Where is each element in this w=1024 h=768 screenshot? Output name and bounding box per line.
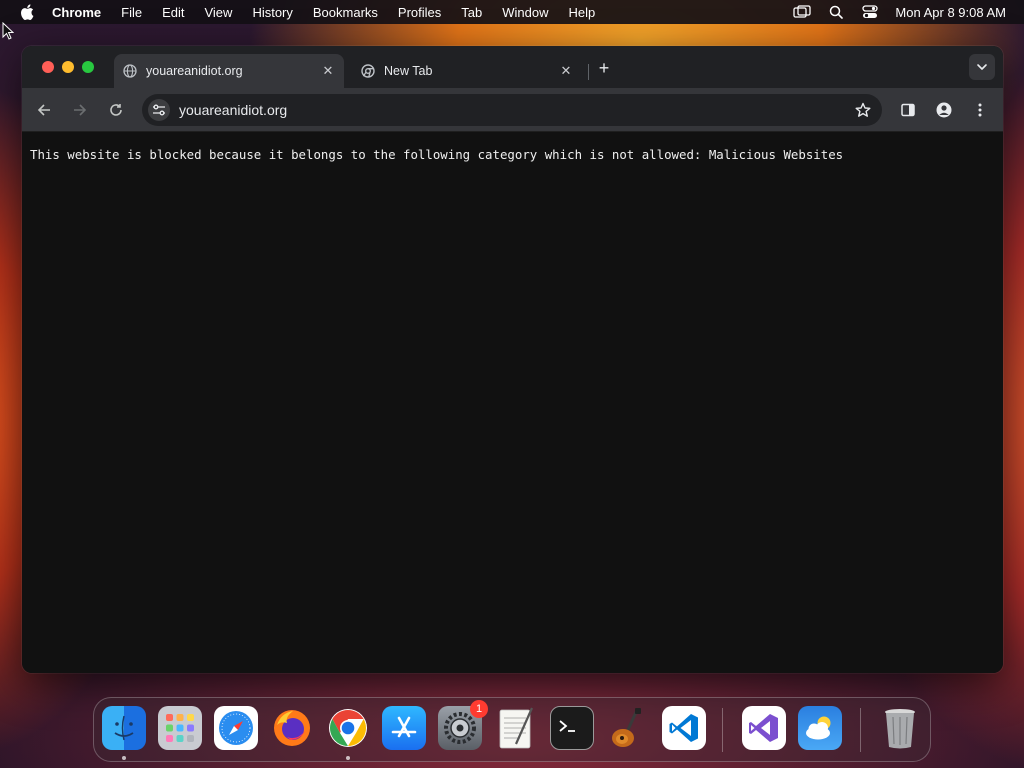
menu-window[interactable]: Window [502,5,548,20]
menu-tab[interactable]: Tab [461,5,482,20]
back-arrow-icon [37,104,50,116]
zoom-window-button[interactable] [82,61,94,73]
side-panel-button[interactable] [897,99,919,121]
chrome-menu-button[interactable] [969,99,991,121]
dock-separator [860,708,861,752]
menu-edit[interactable]: Edit [162,5,184,20]
close-tab-icon[interactable]: ✕ [320,63,336,79]
menu-app-name[interactable]: Chrome [52,5,101,20]
menu-help[interactable]: Help [569,5,596,20]
dock-system-settings-icon[interactable]: 1 [438,700,488,750]
tab-youareanidiot[interactable]: youareanidiot.org ✕ [114,54,344,88]
apple-menu-icon[interactable] [20,4,34,20]
reload-button[interactable] [105,99,127,121]
dock-finder-icon[interactable] [102,706,146,750]
menu-history[interactable]: History [252,5,292,20]
menu-profiles[interactable]: Profiles [398,5,441,20]
chevron-down-icon [977,64,987,70]
menu-bar-clock[interactable]: Mon Apr 8 9:08 AM [895,5,1006,20]
control-center-icon[interactable] [861,5,879,19]
forward-button[interactable] [69,99,91,121]
dock-vscode-icon[interactable] [662,706,706,750]
mouse-pointer-icon [2,22,14,40]
tab-search-button[interactable] [969,54,995,80]
menu-bookmarks[interactable]: Bookmarks [313,5,378,20]
menu-file[interactable]: File [121,5,142,20]
menu-bar: Chrome File Edit View History Bookmarks … [0,0,1024,24]
tab-strip: youareanidiot.org ✕ New Tab ✕ + [22,46,1003,88]
dock-garageband-icon[interactable] [606,706,650,750]
dock-safari-icon[interactable] [214,706,258,750]
chrome-icon [360,63,376,79]
back-button[interactable] [33,99,55,121]
dock-visual-studio-icon[interactable] [742,706,786,750]
tab-separator [588,64,589,80]
url-text[interactable]: youareanidiot.org [179,102,287,118]
dock-trash-icon[interactable] [878,706,922,750]
side-panel-icon [901,103,915,117]
chrome-window: youareanidiot.org ✕ New Tab ✕ + youarean… [22,46,1003,673]
dock-terminal-icon[interactable] [550,706,594,750]
dock-chrome-icon[interactable] [326,706,370,750]
globe-icon [122,63,138,79]
dock-separator [722,708,723,752]
more-vertical-icon [978,103,982,117]
running-indicator [346,756,350,760]
notification-badge: 1 [470,700,488,718]
profile-avatar-icon [936,102,952,118]
profile-button[interactable] [933,99,955,121]
tab-new-tab[interactable]: New Tab ✕ [352,54,582,88]
spotlight-search-icon[interactable] [827,5,845,19]
address-bar[interactable]: youareanidiot.org [142,94,882,126]
new-tab-button[interactable]: + [594,58,614,78]
close-tab-icon[interactable]: ✕ [558,63,574,79]
blocked-message: This website is blocked because it belon… [30,147,844,162]
dock-app-store-icon[interactable] [382,706,426,750]
site-info-button[interactable] [148,99,170,121]
dock-firefox-icon[interactable] [270,706,314,750]
tab-title: New Tab [384,64,433,78]
screen-mirroring-icon[interactable] [793,5,812,19]
tab-title: youareanidiot.org [146,64,243,78]
page-content: This website is blocked because it belon… [22,133,1003,673]
reload-icon [110,104,122,116]
dock-launchpad-icon[interactable] [158,706,202,750]
dock-weather-icon[interactable] [798,706,842,750]
dock: 1 [93,697,931,762]
tune-icon [153,104,165,116]
close-window-button[interactable] [42,61,54,73]
forward-arrow-icon [74,104,87,116]
minimize-window-button[interactable] [62,61,74,73]
bookmark-star-icon[interactable] [854,101,872,119]
browser-toolbar: youareanidiot.org [22,88,1003,132]
dock-textedit-icon[interactable] [494,706,538,750]
running-indicator [122,756,126,760]
menu-view[interactable]: View [204,5,232,20]
